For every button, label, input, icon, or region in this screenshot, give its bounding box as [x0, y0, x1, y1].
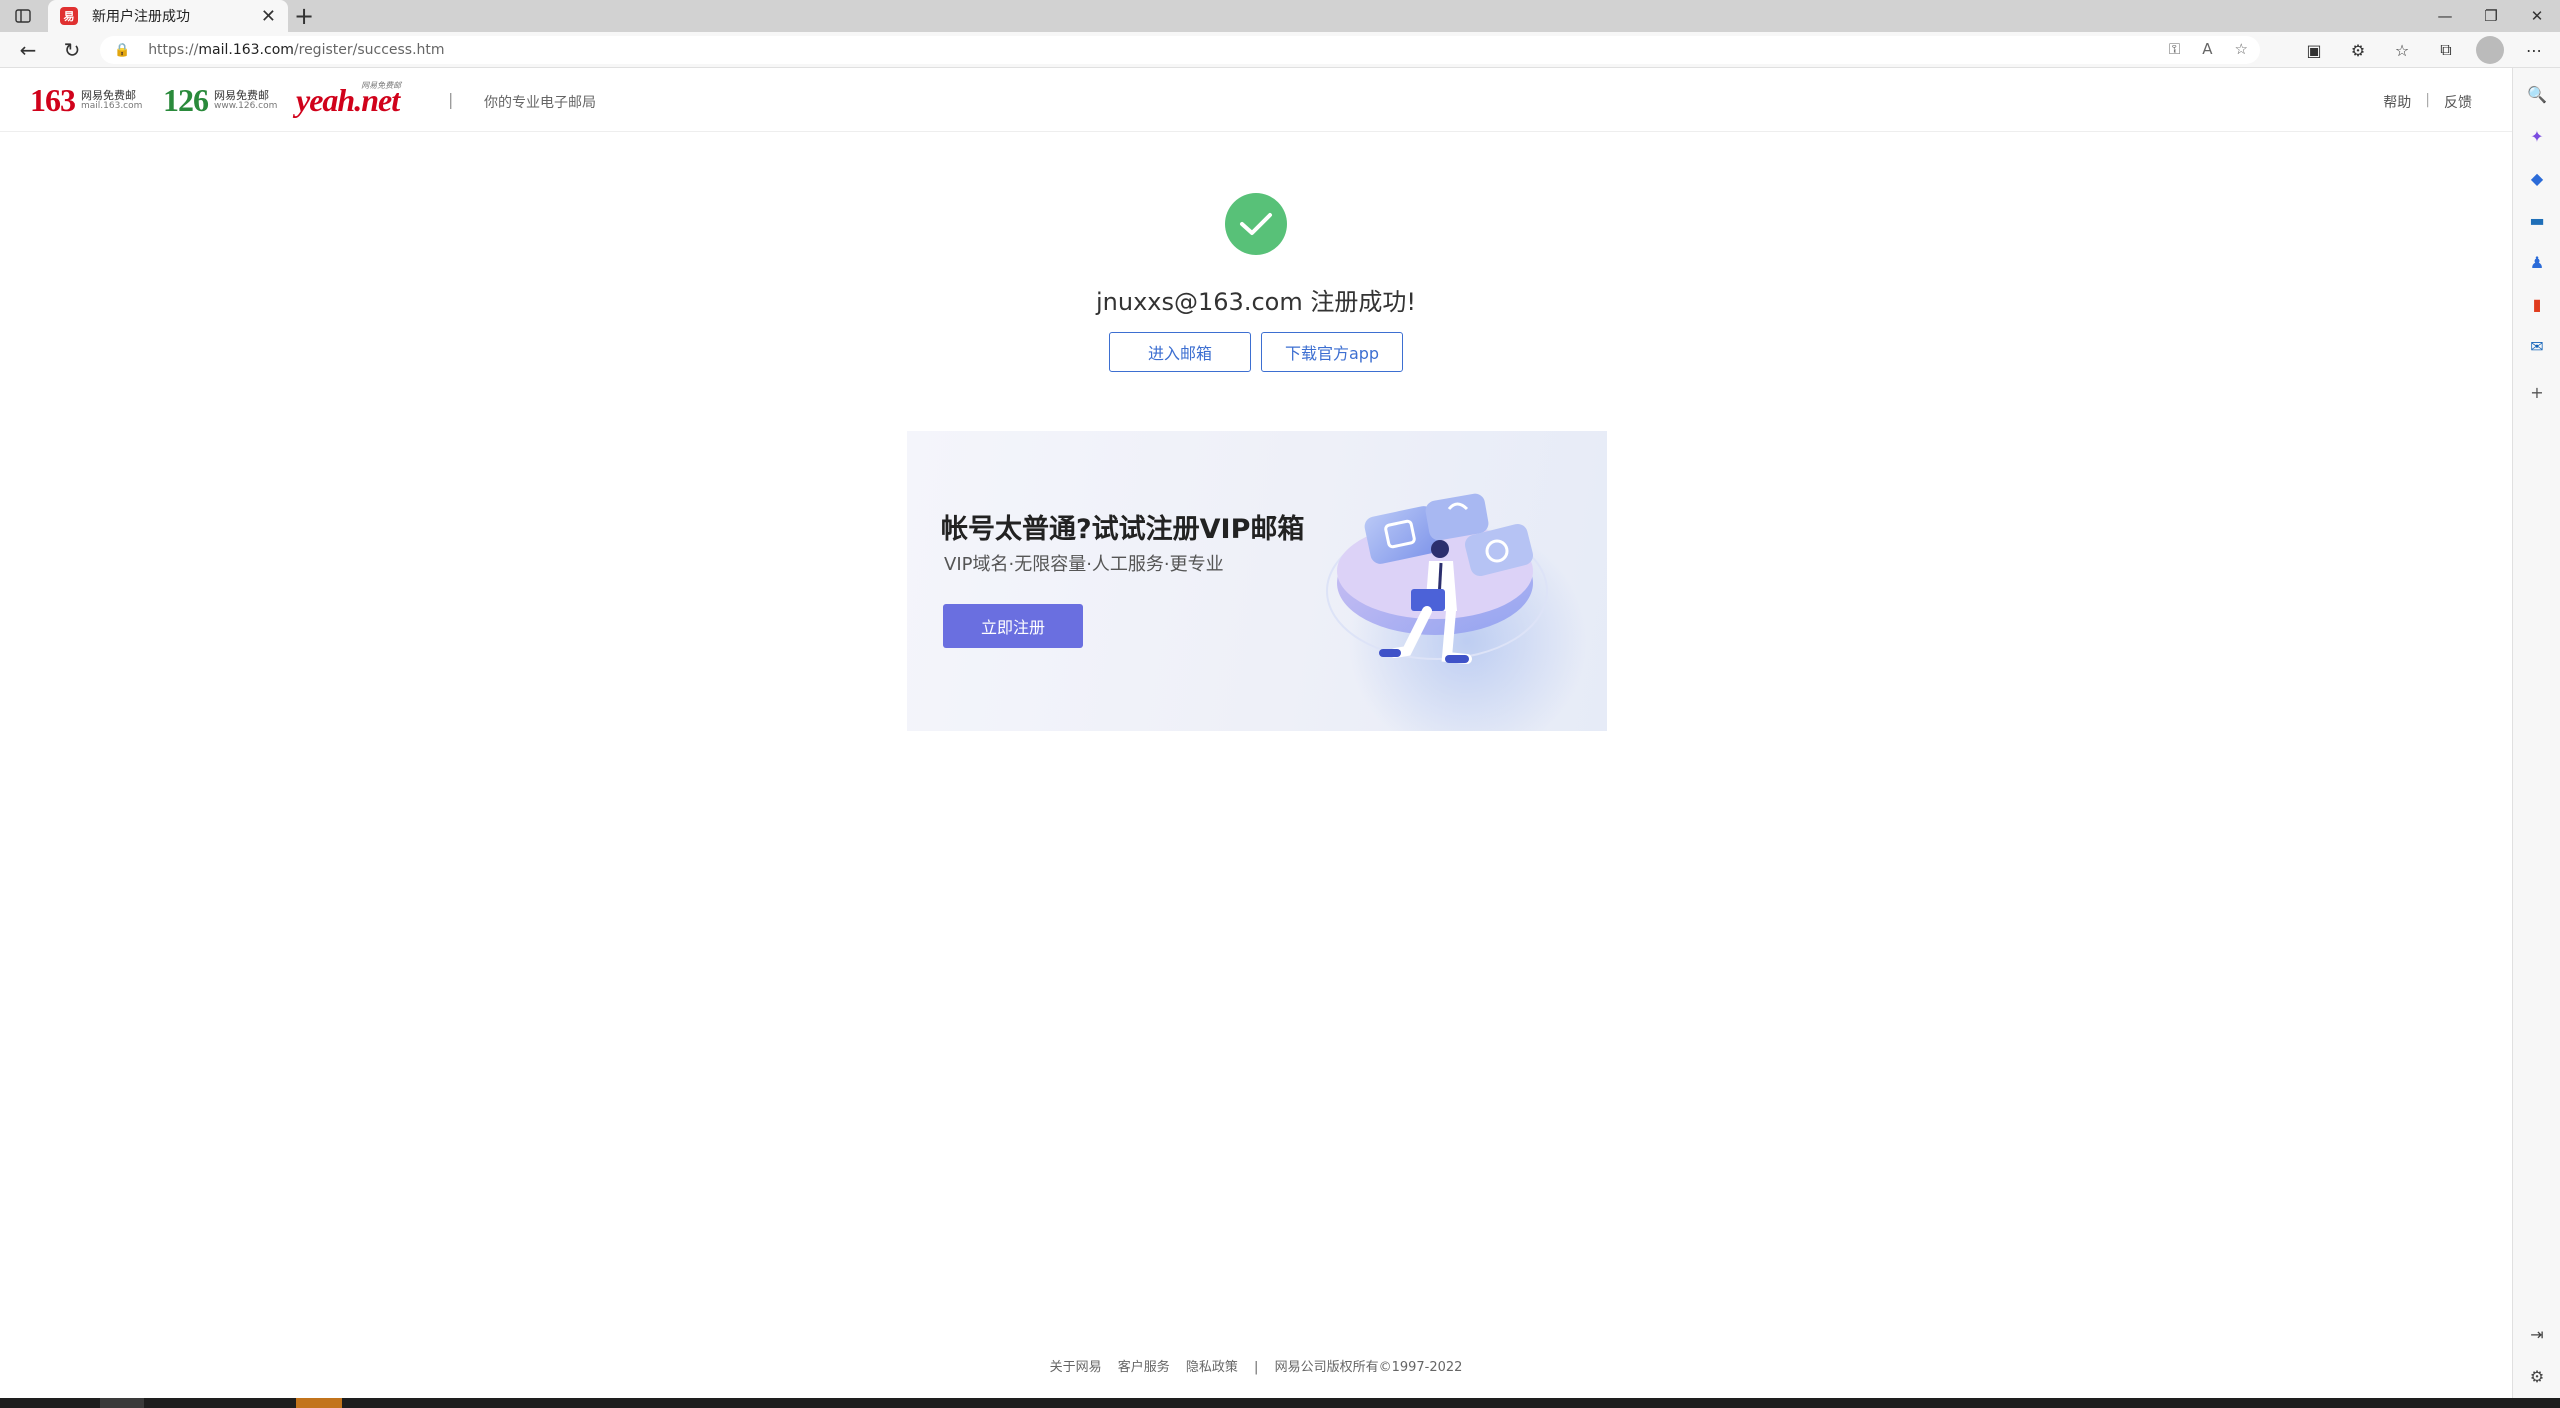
logo-126[interactable]: 126 网易免费邮 www.126.com [163, 82, 277, 119]
page-content: 163 网易免费邮 mail.163.com 126 网易免费邮 www.126… [0, 68, 2512, 1398]
browser-tab[interactable]: 易 新用户注册成功 ✕ [48, 0, 288, 32]
edge-sidebar: 🔍 ✦ ◆ ▬ ♟ ▮ ✉ + ⇥ ⚙ [2512, 68, 2560, 1398]
sidebar-settings-icon[interactable]: ⚙ [2525, 1364, 2549, 1388]
extension-icon[interactable]: ▣ [2300, 36, 2328, 64]
site-header: 163 网易免费邮 mail.163.com 126 网易免费邮 www.126… [0, 68, 2512, 132]
tools-icon[interactable]: ▬ [2525, 208, 2549, 232]
shopping-tag-icon[interactable]: ◆ [2525, 166, 2549, 190]
banner-subtitle: VIP域名·无限容量·人工服务·更专业 [944, 554, 1224, 575]
header-links: 帮助 | 反馈 [2383, 92, 2472, 112]
new-tab-button[interactable]: + [294, 2, 314, 30]
password-key-icon[interactable]: ⚿ [2169, 40, 2180, 58]
netease-favicon-icon: 易 [60, 7, 78, 25]
os-taskbar [0, 1398, 2560, 1408]
address-bar[interactable]: 🔒 https://mail.163.com/register/success.… [100, 36, 2260, 64]
copilot-icon[interactable]: ✦ [2525, 124, 2549, 148]
download-app-button[interactable]: 下载官方app [1261, 332, 1403, 372]
header-slogan: 你的专业电子邮局 [484, 95, 596, 111]
help-link[interactable]: 帮助 [2383, 92, 2411, 112]
favorites-icon[interactable]: ☆ [2388, 36, 2416, 64]
footer-service-link[interactable]: 客户服务 [1118, 1360, 1170, 1375]
browser-titlebar: 易 新用户注册成功 ✕ + — ❐ ✕ [0, 0, 2560, 32]
logo-yeah-net[interactable]: yeah.net 网易免费邮 [296, 81, 401, 119]
logo-163[interactable]: 163 网易免费邮 mail.163.com [30, 82, 142, 119]
back-icon[interactable]: ← [14, 36, 42, 64]
taskbar-item[interactable] [296, 1398, 342, 1408]
url-text: https://mail.163.com/register/success.ht… [148, 42, 445, 58]
toolbar-right-icons: ▣ ⚙ ☆ ⧉ ⋯ [2300, 36, 2560, 64]
tab-title: 新用户注册成功 [92, 9, 190, 25]
read-aloud-icon[interactable]: A [2202, 40, 2212, 58]
tab-close-icon[interactable]: ✕ [261, 6, 276, 27]
banner-title: 帐号太普通?试试注册VIP邮箱 [941, 514, 1305, 545]
outlook-icon[interactable]: ✉ [2525, 334, 2549, 358]
close-window-icon[interactable]: ✕ [2514, 0, 2560, 32]
footer-copyright: 网易公司版权所有©1997-2022 [1274, 1360, 1463, 1375]
enter-mailbox-button[interactable]: 进入邮箱 [1109, 332, 1251, 372]
refresh-icon[interactable]: ↻ [58, 36, 86, 64]
extensions-puzzle-icon[interactable]: ⚙ [2344, 36, 2372, 64]
header-divider: | [448, 90, 454, 109]
more-options-icon[interactable]: ⋯ [2520, 36, 2548, 64]
footer-about-link[interactable]: 关于网易 [1050, 1360, 1102, 1375]
vip-register-button[interactable]: 立即注册 [943, 604, 1083, 648]
footer-separator: | [1254, 1360, 1259, 1375]
header-link-separator: | [2425, 92, 2430, 108]
browser-toolbar: ← ↻ 🔒 https://mail.163.com/register/succ… [0, 32, 2560, 68]
profile-avatar-icon[interactable] [2476, 36, 2504, 64]
search-icon[interactable]: 🔍 [2525, 82, 2549, 106]
restore-icon[interactable]: ❐ [2468, 0, 2514, 32]
games-icon[interactable]: ♟ [2525, 250, 2549, 274]
vip-illustration-icon [1326, 493, 1548, 664]
sidebar-collapse-icon[interactable]: ⇥ [2525, 1322, 2549, 1346]
vip-promo-banner[interactable]: 帐号太普通?试试注册VIP邮箱 VIP域名·无限容量·人工服务·更专业 立即注册 [907, 431, 1607, 731]
site-footer: 关于网易 客户服务 隐私政策 | 网易公司版权所有©1997-2022 [0, 1356, 2512, 1375]
add-favorite-icon[interactable]: ☆ [2235, 40, 2248, 58]
office-icon[interactable]: ▮ [2525, 292, 2549, 316]
feedback-link[interactable]: 反馈 [2444, 92, 2472, 112]
add-sidebar-icon[interactable]: + [2525, 380, 2549, 404]
lock-icon: 🔒 [114, 42, 131, 58]
success-check-icon [1225, 193, 1287, 255]
collections-icon[interactable]: ⧉ [2432, 36, 2460, 64]
minimize-icon[interactable]: — [2422, 0, 2468, 32]
success-message: jnuxxs@163.com 注册成功! [1096, 288, 1416, 316]
window-controls: — ❐ ✕ [2422, 0, 2560, 32]
footer-privacy-link[interactable]: 隐私政策 [1186, 1360, 1238, 1375]
address-bar-icons: ⚿ A ☆ [2169, 40, 2248, 58]
taskbar-item[interactable] [100, 1398, 144, 1408]
tab-actions-icon[interactable] [10, 6, 36, 26]
